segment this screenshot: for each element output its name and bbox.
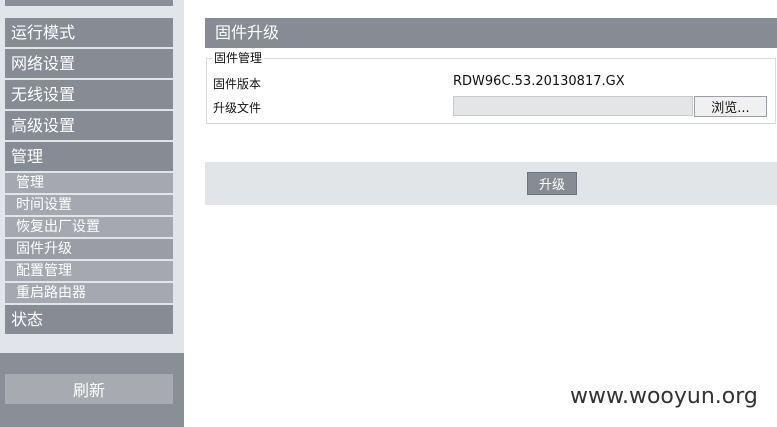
menu-item-management[interactable]: 管理 xyxy=(5,142,173,171)
submenu-item-management[interactable]: 管理 xyxy=(5,173,173,193)
menu-item-network-settings[interactable]: 网络设置 xyxy=(5,49,173,78)
upgrade-button[interactable]: 升级 xyxy=(527,172,577,195)
section-legend: 固件管理 xyxy=(212,51,265,65)
submenu-item-reboot-router[interactable]: 重启路由器 xyxy=(5,283,173,303)
submenu-item-config-management[interactable]: 配置管理 xyxy=(5,261,173,281)
firmware-version-value: RDW96C.53.20130817.GX xyxy=(453,74,625,89)
submenu-item-firmware-upgrade[interactable]: 固件升级 xyxy=(5,239,173,259)
upgrade-file-label: 升级文件 xyxy=(213,101,262,115)
refresh-button[interactable]: 刷新 xyxy=(5,374,173,404)
action-bar: 升级 xyxy=(205,162,777,205)
submenu-item-time-settings[interactable]: 时间设置 xyxy=(5,195,173,215)
watermark-text: www.wooyun.org xyxy=(570,384,758,409)
menu-item-advanced-settings[interactable]: 高级设置 xyxy=(5,111,173,140)
menu-item-status[interactable]: 状态 xyxy=(5,305,173,334)
sidebar-menu: 运行模式 网络设置 无线设置 高级设置 管理 管理 时间设置 恢复出厂设置 固件… xyxy=(5,18,173,336)
sidebar-top-bar xyxy=(5,0,173,6)
menu-item-wireless-settings[interactable]: 无线设置 xyxy=(5,80,173,109)
browse-button[interactable]: 浏览... xyxy=(694,96,767,117)
sidebar: 运行模式 网络设置 无线设置 高级设置 管理 管理 时间设置 恢复出厂设置 固件… xyxy=(0,0,184,427)
firmware-management-section: 固件管理 固件版本 RDW96C.53.20130817.GX 升级文件 浏览.… xyxy=(206,51,776,124)
submenu-item-factory-reset[interactable]: 恢复出厂设置 xyxy=(5,217,173,237)
firmware-version-label: 固件版本 xyxy=(213,77,262,91)
menu-item-run-mode[interactable]: 运行模式 xyxy=(5,18,173,47)
page-title: 固件升级 xyxy=(205,18,777,48)
sidebar-footer: 刷新 xyxy=(0,353,184,427)
upgrade-file-input[interactable] xyxy=(453,96,693,116)
